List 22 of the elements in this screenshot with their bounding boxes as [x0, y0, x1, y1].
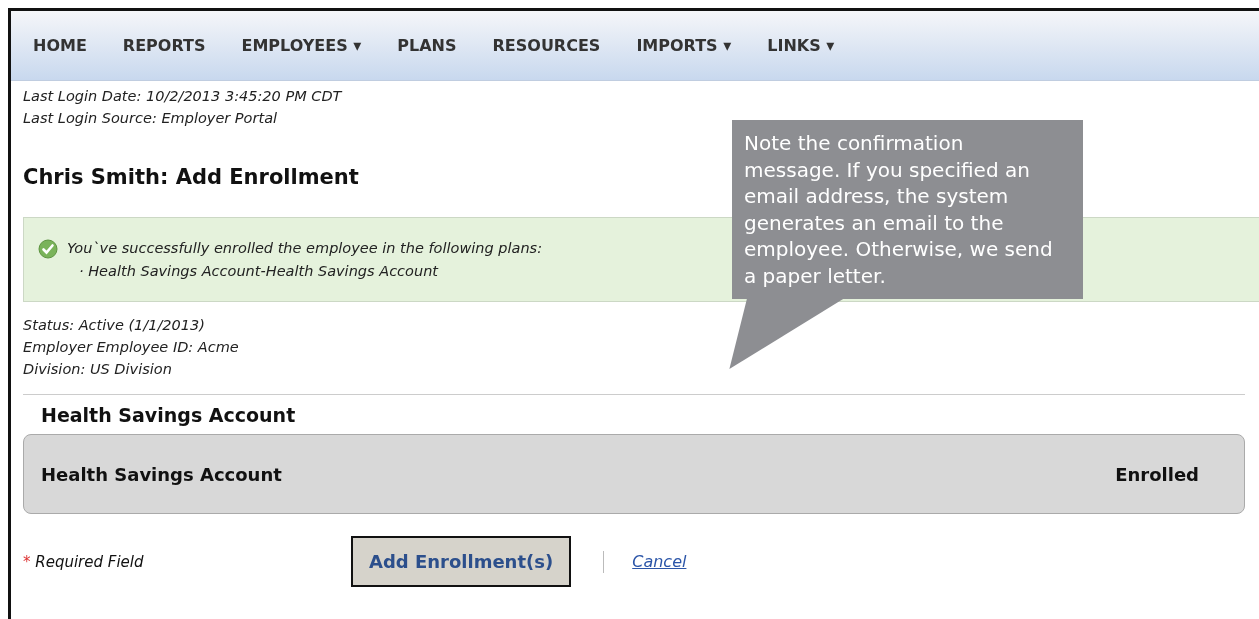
- employee-detail: Status: Active (1/1/2013): [23, 316, 206, 335]
- cancel-link[interactable]: Cancel: [632, 552, 687, 571]
- nav-item[interactable]: PLANS: [397, 36, 457, 55]
- success-message: You`ve successfully enrolled the employee in the following plans:: [67, 239, 543, 258]
- employee-detail: Employer Employee ID: Acme: [23, 338, 240, 357]
- nav-item[interactable]: REPORTS: [122, 36, 206, 55]
- plan-status: Enrolled: [1115, 463, 1199, 485]
- nav-item[interactable]: IMPORTS ▾: [636, 36, 732, 55]
- nav-item[interactable]: HOME: [33, 36, 87, 55]
- plan-name: Health Savings Account: [41, 463, 282, 485]
- login-info: Last Login Date: 10/2/2013 3:45:20 PM CDT: [23, 87, 344, 106]
- nav-item[interactable]: LINKS ▾: [767, 36, 835, 55]
- section-title: Health Savings Account: [41, 404, 297, 426]
- nav-item[interactable]: EMPLOYEES ▾: [241, 36, 362, 55]
- add-enrollment-button[interactable]: Add Enrollment(s): [351, 536, 572, 587]
- checkmark-icon: [38, 239, 58, 259]
- page-heading: Chris Smith: Add Enrollment: [23, 165, 359, 189]
- enrolled-plan: · Health Savings Account-Health Savings Account: [78, 262, 440, 281]
- nav-item[interactable]: RESOURCES: [492, 36, 601, 55]
- required-field-note: * Required Field: [23, 552, 145, 571]
- employee-detail: Division: US Division: [23, 360, 173, 379]
- login-info: Last Login Source: Employer Portal: [23, 109, 279, 128]
